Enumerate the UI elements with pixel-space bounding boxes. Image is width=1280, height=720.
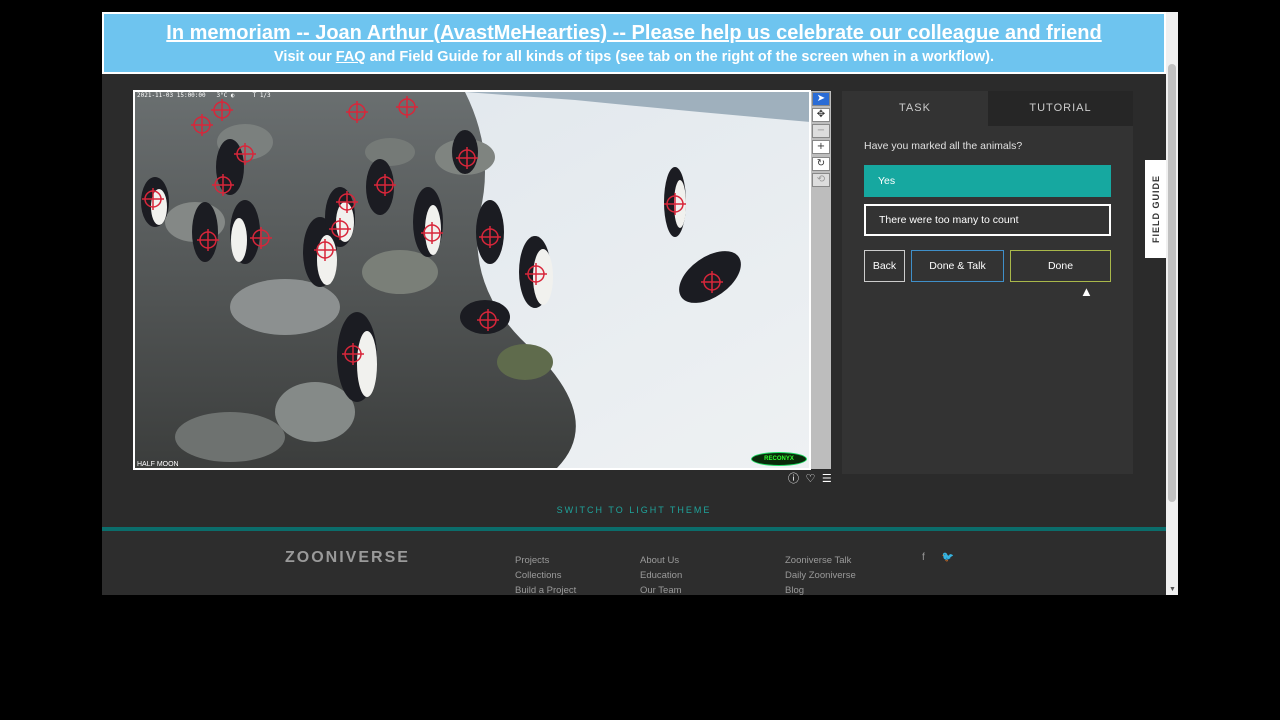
page-scrollbar[interactable]: ▼ bbox=[1166, 12, 1178, 595]
image-toolbar: ➤ ✥ − + ↻ ⟲ bbox=[811, 91, 831, 469]
rotate-icon[interactable]: ↻ bbox=[812, 157, 830, 171]
footer-link[interactable]: Education bbox=[640, 568, 682, 583]
banner-tips-text: Visit our FAQ and Field Guide for all ki… bbox=[104, 48, 1164, 66]
info-icon[interactable]: ⓘ bbox=[788, 472, 799, 485]
subject-image-viewer[interactable]: 2021-11-03 15:00:00 3°C ◐ T 1/3 HALF MOO… bbox=[133, 90, 811, 470]
penguin-camera-photo[interactable] bbox=[135, 92, 811, 470]
field-guide-tab[interactable]: FIELD GUIDE bbox=[1145, 160, 1166, 258]
footer-column-talk: Zooniverse Talk Daily Zooniverse Blog bbox=[785, 553, 856, 595]
done-and-talk-button[interactable]: Done & Talk bbox=[911, 250, 1004, 282]
footer-social: f 🐦 bbox=[922, 552, 968, 563]
scrollbar-thumb[interactable] bbox=[1168, 64, 1176, 502]
footer-link[interactable]: Build a Project bbox=[515, 583, 576, 595]
mouse-cursor-icon: ▲ bbox=[1080, 284, 1093, 299]
task-panel: TASK TUTORIAL Have you marked all the an… bbox=[842, 91, 1133, 474]
tab-tutorial[interactable]: TUTORIAL bbox=[988, 91, 1133, 126]
back-button[interactable]: Back bbox=[864, 250, 905, 282]
done-button[interactable]: Done bbox=[1010, 250, 1111, 282]
tab-task[interactable]: TASK bbox=[842, 91, 988, 126]
zoom-in-icon[interactable]: + bbox=[812, 140, 830, 154]
answer-too-many-button[interactable]: There were too many to count bbox=[864, 204, 1111, 236]
footer-link[interactable]: Daily Zooniverse bbox=[785, 568, 856, 583]
facebook-icon[interactable]: f bbox=[922, 552, 925, 563]
memoriam-link[interactable]: In memoriam -- Joan Arthur (AvastMeHeart… bbox=[104, 21, 1164, 45]
footer-column-about: About Us Education Our Team bbox=[640, 553, 682, 595]
subject-actions: ⓘ ♡ ☰ bbox=[785, 470, 832, 486]
site-footer: ZOONIVERSE Projects Collections Build a … bbox=[102, 527, 1166, 595]
camera-info-bar: 2021-11-03 15:00:00 3°C ◐ T 1/3 bbox=[137, 92, 271, 99]
zooniverse-logo[interactable]: ZOONIVERSE bbox=[285, 549, 410, 567]
footer-link[interactable]: Blog bbox=[785, 583, 856, 595]
browser-viewport: In memoriam -- Joan Arthur (AvastMeHeart… bbox=[102, 12, 1178, 595]
camera-brand-logo: RECONYX bbox=[751, 452, 807, 466]
twitter-icon[interactable]: 🐦 bbox=[942, 552, 954, 563]
footer-link[interactable]: Our Team bbox=[640, 583, 682, 595]
zoom-out-icon[interactable]: − bbox=[812, 124, 830, 138]
reset-icon[interactable]: ⟲ bbox=[812, 173, 830, 187]
switch-theme-button[interactable]: SWITCH TO LIGHT THEME bbox=[102, 505, 1166, 515]
heart-icon[interactable]: ♡ bbox=[806, 472, 816, 485]
footer-link[interactable]: About Us bbox=[640, 553, 682, 568]
footer-link[interactable]: Projects bbox=[515, 553, 576, 568]
footer-column-projects: Projects Collections Build a Project bbox=[515, 553, 576, 595]
task-question: Have you marked all the animals? bbox=[864, 140, 1023, 152]
footer-link[interactable]: Zooniverse Talk bbox=[785, 553, 856, 568]
collect-icon[interactable]: ☰ bbox=[822, 472, 832, 485]
banner-tips-pre: Visit our bbox=[274, 49, 336, 65]
location-label: HALF MOON bbox=[137, 461, 179, 468]
faq-link[interactable]: FAQ bbox=[336, 49, 366, 65]
move-icon[interactable]: ✥ bbox=[812, 108, 830, 122]
banner-tips-post: and Field Guide for all kinds of tips (s… bbox=[365, 49, 994, 65]
pointer-icon[interactable]: ➤ bbox=[812, 92, 830, 106]
scroll-down-icon[interactable]: ▼ bbox=[1169, 586, 1176, 593]
answer-yes-button[interactable]: Yes bbox=[864, 165, 1111, 197]
footer-link[interactable]: Collections bbox=[515, 568, 576, 583]
memoriam-banner: In memoriam -- Joan Arthur (AvastMeHeart… bbox=[102, 12, 1166, 74]
field-guide-label: FIELD GUIDE bbox=[1150, 174, 1161, 244]
